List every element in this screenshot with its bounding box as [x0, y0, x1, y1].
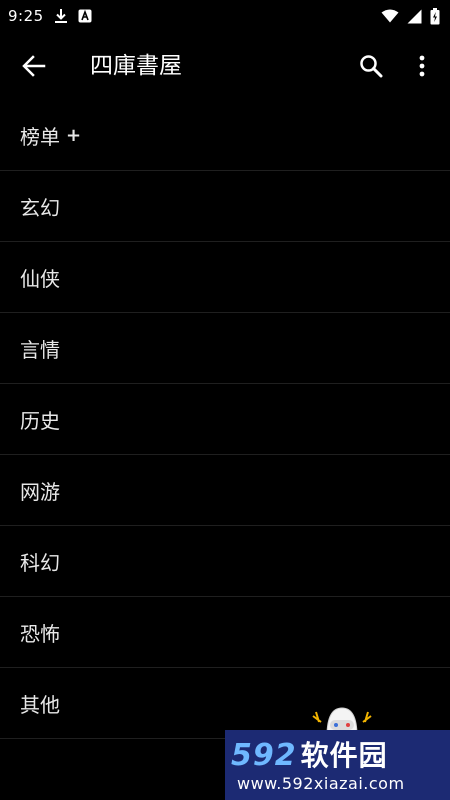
status-left: 9:25	[8, 7, 92, 25]
category-list: 榜单 + 玄幻 仙侠 言情 历史 网游 科幻 恐怖 其他	[0, 100, 450, 739]
status-bar: 9:25	[0, 0, 450, 32]
wifi-icon	[381, 9, 399, 23]
more-options-button[interactable]	[408, 50, 436, 82]
category-label: 榜单	[20, 124, 60, 149]
category-label: 其他	[20, 692, 60, 717]
back-button[interactable]	[18, 52, 50, 80]
watermark-url: www.592xiazai.com	[237, 774, 405, 793]
status-time: 9:25	[8, 7, 44, 25]
category-label: 仙侠	[20, 266, 60, 291]
category-plus: +	[66, 124, 82, 146]
signal-icon	[407, 9, 422, 24]
search-icon	[359, 54, 383, 78]
watermark-number: 592	[231, 738, 297, 773]
arrow-back-icon	[22, 55, 46, 77]
category-item-horror[interactable]: 恐怖	[0, 597, 450, 668]
category-item-scifi[interactable]: 科幻	[0, 526, 450, 597]
category-item-romance[interactable]: 言情	[0, 313, 450, 384]
category-label: 网游	[20, 479, 60, 504]
category-item-fantasy[interactable]: 玄幻	[0, 171, 450, 242]
more-vert-icon	[419, 55, 425, 77]
search-button[interactable]	[355, 50, 387, 82]
download-icon	[54, 8, 68, 24]
category-item-xianxia[interactable]: 仙侠	[0, 242, 450, 313]
category-item-online-game[interactable]: 网游	[0, 455, 450, 526]
category-label: 恐怖	[20, 621, 60, 646]
watermark-banner: 592 软件园 www.592xiazai.com	[225, 730, 450, 800]
category-label: 玄幻	[20, 195, 60, 220]
category-item-rankings[interactable]: 榜单 +	[0, 100, 450, 171]
battery-icon	[430, 7, 440, 25]
watermark-brand: 592 软件园	[231, 734, 388, 774]
a-notification-icon	[78, 9, 92, 23]
category-item-history[interactable]: 历史	[0, 384, 450, 455]
category-label: 言情	[20, 337, 60, 362]
status-right	[381, 7, 440, 25]
watermark: 592 软件园 www.592xiazai.com	[225, 700, 450, 800]
page-title: 四庫書屋	[90, 53, 182, 79]
app-bar: 四庫書屋	[0, 32, 450, 100]
category-label: 科幻	[20, 550, 60, 575]
category-label: 历史	[20, 408, 60, 433]
watermark-text: 软件园	[300, 739, 388, 772]
